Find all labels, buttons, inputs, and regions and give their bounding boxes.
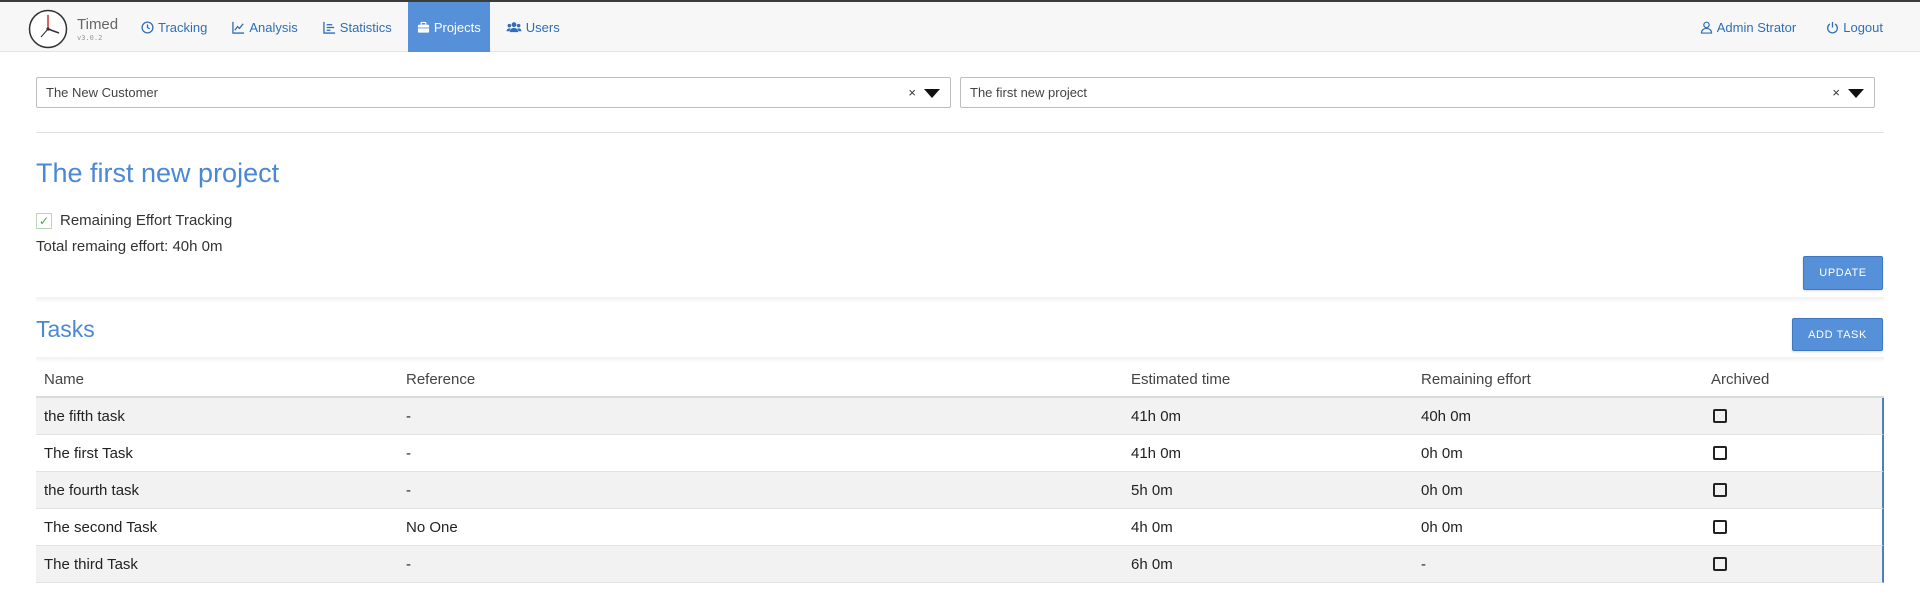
- divider: [36, 132, 1884, 133]
- task-archived-cell: [1703, 557, 1882, 571]
- clock-logo-icon: [28, 9, 68, 49]
- customer-dropdown-arrow-icon[interactable]: [924, 89, 940, 98]
- section-separator: [36, 297, 1884, 303]
- remaining-effort-checkbox[interactable]: ✓: [36, 212, 52, 229]
- user-nav: Admin Strator Logout: [1679, 2, 1892, 52]
- nav-statistics-label: Statistics: [339, 19, 392, 35]
- project-select[interactable]: The first new project ×: [960, 77, 1875, 108]
- logout-label: Logout: [1843, 19, 1883, 35]
- task-archived-cell: [1703, 446, 1882, 460]
- user-profile-link[interactable]: Admin Strator: [1691, 2, 1805, 52]
- archived-checkbox[interactable]: [1713, 446, 1727, 460]
- column-header-estimated-time[interactable]: Estimated time: [1123, 371, 1413, 388]
- nav-projects[interactable]: Projects: [407, 2, 490, 52]
- user-name: Admin Strator: [1716, 19, 1797, 35]
- remaining-effort-label: Remaining Effort Tracking: [60, 212, 233, 229]
- customer-select-value: The New Customer: [46, 85, 158, 100]
- project-title: The first new project: [36, 158, 280, 188]
- task-reference: -: [406, 481, 411, 499]
- table-header: Name Reference Estimated time Remaining …: [36, 362, 1884, 398]
- app-version: v3.0.2: [77, 33, 103, 42]
- customer-clear-icon[interactable]: ×: [908, 85, 916, 100]
- nav-users-label: Users: [525, 19, 560, 35]
- line-chart-icon: [232, 21, 245, 34]
- app-title: Timed: [77, 15, 119, 33]
- nav-tracking-label: Tracking: [158, 19, 208, 35]
- user-icon: [1700, 21, 1712, 34]
- bar-chart-icon: [323, 21, 335, 34]
- logout-link[interactable]: Logout: [1817, 2, 1892, 52]
- users-icon: [506, 21, 522, 32]
- task-reference: -: [406, 555, 411, 573]
- column-header-reference[interactable]: Reference: [398, 371, 1123, 388]
- task-remaining-effort: 0h 0m: [1421, 481, 1463, 499]
- task-estimated-time: 5h 0m: [1131, 481, 1173, 499]
- table-row[interactable]: the fifth task - 41h 0m 40h 0m: [36, 398, 1884, 435]
- task-estimated-time: 4h 0m: [1131, 518, 1173, 536]
- tasks-table: Name Reference Estimated time Remaining …: [36, 362, 1884, 583]
- table-row[interactable]: The second Task No One 4h 0m 0h 0m: [36, 509, 1884, 546]
- power-icon: [1827, 21, 1839, 34]
- task-name: the fourth task: [44, 481, 140, 499]
- table-row[interactable]: the fourth task - 5h 0m 0h 0m: [36, 472, 1884, 509]
- task-remaining-effort: 0h 0m: [1421, 518, 1463, 536]
- nav-statistics[interactable]: Statistics: [314, 2, 401, 52]
- task-archived-cell: [1703, 520, 1882, 534]
- column-header-archived[interactable]: Archived: [1703, 371, 1884, 388]
- table-row[interactable]: The third Task - 6h 0m -: [36, 546, 1884, 583]
- archived-checkbox[interactable]: [1713, 557, 1727, 571]
- task-name: The first Task: [44, 444, 133, 462]
- column-header-remaining-effort[interactable]: Remaining effort: [1413, 371, 1703, 388]
- update-button[interactable]: UPDATE: [1803, 256, 1883, 290]
- remaining-effort-tracking[interactable]: ✓ Remaining Effort Tracking: [36, 212, 232, 229]
- nav-analysis[interactable]: Analysis: [223, 2, 306, 52]
- archived-checkbox[interactable]: [1713, 520, 1727, 534]
- project-clear-icon[interactable]: ×: [1832, 85, 1840, 100]
- task-archived-cell: [1703, 409, 1882, 423]
- nav-analysis-label: Analysis: [249, 19, 298, 35]
- nav-tracking[interactable]: Tracking: [132, 2, 216, 52]
- nav-users[interactable]: Users: [497, 2, 569, 52]
- project-dropdown-arrow-icon[interactable]: [1848, 89, 1864, 98]
- main-nav: Tracking Analysis Statistics Projects Us…: [132, 2, 576, 52]
- total-remaining-effort: Total remaing effort: 40h 0m: [36, 238, 223, 255]
- table-row[interactable]: The first Task - 41h 0m 0h 0m: [36, 435, 1884, 472]
- task-estimated-time: 41h 0m: [1131, 407, 1182, 425]
- tasks-title: Tasks: [36, 316, 95, 342]
- task-reference: -: [406, 407, 411, 425]
- add-task-button[interactable]: ADD TASK: [1792, 318, 1883, 351]
- task-estimated-time: 6h 0m: [1131, 555, 1173, 573]
- task-name: The second Task: [44, 518, 158, 536]
- briefcase-icon: [417, 21, 429, 33]
- task-estimated-time: 41h 0m: [1131, 444, 1182, 462]
- task-remaining-effort: 0h 0m: [1421, 444, 1463, 462]
- task-reference: -: [406, 444, 411, 462]
- task-remaining-effort: 40h 0m: [1421, 407, 1472, 425]
- task-remaining-effort: -: [1421, 555, 1426, 573]
- task-archived-cell: [1703, 483, 1882, 497]
- customer-select[interactable]: The New Customer ×: [36, 77, 951, 108]
- task-name: the fifth task: [44, 407, 125, 425]
- task-reference: No One: [406, 518, 458, 536]
- brand[interactable]: Timed v3.0.2: [28, 7, 118, 51]
- clock-icon: [141, 20, 154, 34]
- project-select-value: The first new project: [970, 85, 1088, 100]
- column-header-name[interactable]: Name: [36, 371, 398, 388]
- task-name: The third Task: [44, 555, 138, 573]
- top-navbar: Timed v3.0.2 Tracking Analysis Statistic…: [0, 0, 1920, 52]
- archived-checkbox[interactable]: [1713, 483, 1727, 497]
- nav-projects-label: Projects: [433, 19, 481, 35]
- archived-checkbox[interactable]: [1713, 409, 1727, 423]
